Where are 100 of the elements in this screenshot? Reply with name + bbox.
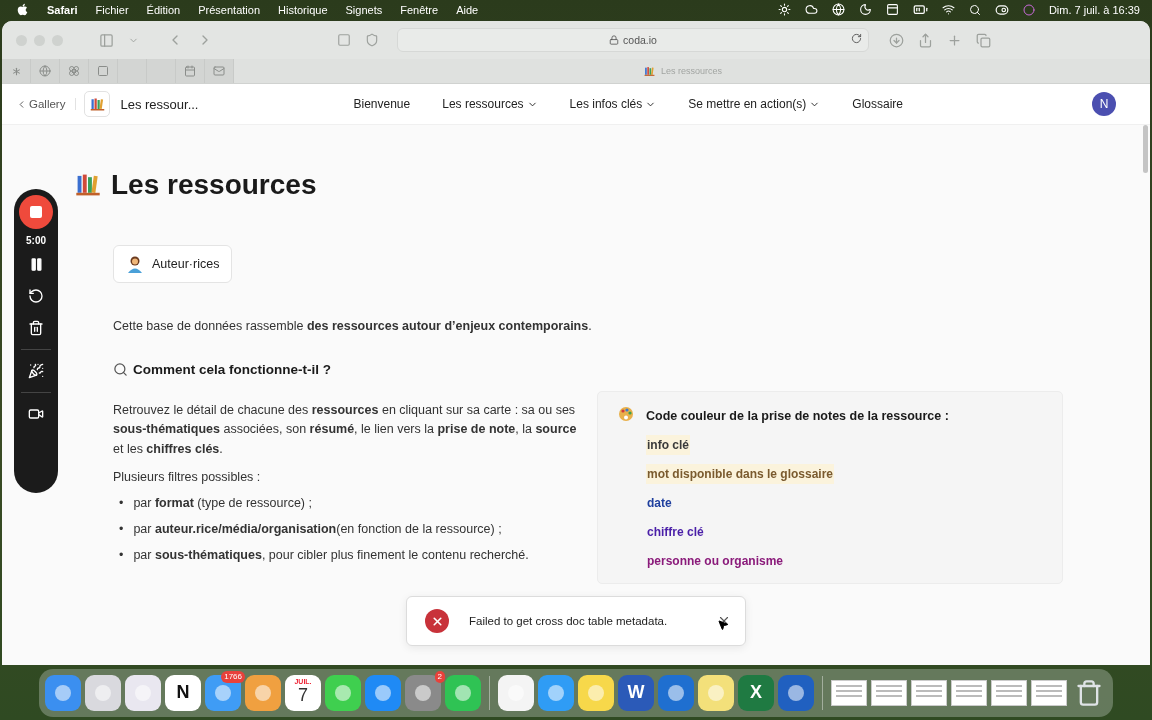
filter-item: par auteur.rice/média/organisation(en fonction de la ressource) ; bbox=[133, 520, 502, 538]
legend-item: personne ou organisme bbox=[646, 552, 785, 570]
effects-button[interactable] bbox=[28, 363, 44, 379]
legend-item: date bbox=[646, 494, 673, 512]
app-icon[interactable] bbox=[125, 674, 161, 711]
nav-link[interactable]: Bienvenue bbox=[353, 97, 411, 111]
app-icon[interactable]: X bbox=[738, 674, 774, 711]
bullet: • bbox=[119, 520, 124, 538]
app-icon[interactable] bbox=[45, 674, 81, 711]
camera-button[interactable] bbox=[28, 406, 44, 422]
panel-icon[interactable] bbox=[885, 3, 899, 16]
mail-icon bbox=[213, 65, 225, 77]
scrollbar[interactable] bbox=[1143, 125, 1148, 173]
legend-item: chiffre clé bbox=[646, 523, 705, 541]
doc-title: Les ressour... bbox=[120, 96, 199, 112]
person-icon bbox=[126, 255, 144, 273]
app-icon[interactable] bbox=[365, 674, 401, 711]
timer: 5:00 bbox=[26, 235, 46, 246]
books-icon bbox=[644, 65, 655, 77]
shield-icon[interactable] bbox=[365, 33, 379, 47]
avatar[interactable]: N bbox=[1092, 92, 1116, 116]
pause-button[interactable] bbox=[28, 257, 44, 272]
gallery-link[interactable]: Gallery bbox=[16, 98, 77, 110]
app-icon[interactable] bbox=[445, 674, 481, 711]
share-icon[interactable] bbox=[918, 32, 933, 48]
menu-item[interactable]: Fenêtre bbox=[400, 3, 439, 16]
app-icon[interactable] bbox=[778, 674, 814, 711]
download-icon[interactable] bbox=[889, 32, 904, 48]
flower-icon bbox=[68, 65, 80, 77]
window-thumbnail[interactable] bbox=[871, 679, 907, 706]
sun-icon[interactable] bbox=[777, 3, 791, 16]
palette-icon bbox=[618, 405, 634, 422]
moon-icon[interactable] bbox=[858, 3, 872, 16]
page-title: Les ressources bbox=[111, 169, 317, 201]
books-icon bbox=[75, 172, 101, 198]
apple-icon[interactable] bbox=[16, 3, 29, 16]
legend-item: info clé bbox=[646, 434, 690, 455]
menu-item[interactable]: Édition bbox=[146, 3, 181, 16]
sidebar-icon[interactable] bbox=[99, 32, 114, 48]
square-icon[interactable] bbox=[337, 33, 351, 47]
stop-button[interactable] bbox=[19, 195, 53, 229]
app-icon[interactable] bbox=[658, 674, 694, 711]
globe-icon[interactable] bbox=[831, 3, 845, 16]
restart-button[interactable] bbox=[28, 288, 44, 304]
lock-icon bbox=[609, 35, 620, 45]
window-thumbnail[interactable] bbox=[911, 679, 947, 706]
menu-item[interactable]: Fichier bbox=[95, 3, 129, 16]
address-field[interactable]: coda.io bbox=[397, 28, 869, 52]
bookmark[interactable] bbox=[176, 59, 205, 83]
window-thumbnail[interactable] bbox=[831, 679, 867, 706]
nav-link[interactable]: Glossaire bbox=[852, 97, 904, 111]
app-icon[interactable] bbox=[538, 674, 574, 711]
menu-item[interactable]: Signets bbox=[345, 3, 383, 16]
filters-intro: Plusieurs filtres possibles : bbox=[113, 469, 262, 486]
bullet: • bbox=[119, 546, 124, 564]
globe-icon bbox=[39, 65, 51, 77]
menu-item[interactable]: Aide bbox=[456, 3, 479, 16]
nav-link[interactable]: Se mettre en action(s) bbox=[688, 97, 821, 111]
wifi-icon[interactable] bbox=[941, 3, 955, 16]
nav-link[interactable]: Les infos clés bbox=[569, 97, 657, 111]
bookmark[interactable] bbox=[89, 59, 118, 83]
window-thumbnail[interactable] bbox=[991, 679, 1027, 706]
authors-button[interactable]: Auteur·rices bbox=[113, 245, 233, 283]
cloud-icon[interactable] bbox=[804, 3, 818, 16]
reload-icon[interactable] bbox=[851, 33, 862, 44]
toast-message: Failed to get cross doc table metadata. bbox=[469, 615, 669, 627]
tabs-icon[interactable] bbox=[976, 32, 991, 48]
books-icon bbox=[89, 96, 105, 112]
toggle-icon[interactable] bbox=[994, 2, 1009, 17]
menu-item[interactable]: Historique bbox=[278, 3, 328, 16]
app-icon[interactable] bbox=[85, 674, 121, 711]
battery-icon[interactable] bbox=[912, 2, 928, 17]
bookmark[interactable] bbox=[31, 59, 60, 83]
app-icon[interactable] bbox=[245, 674, 281, 711]
menu-item[interactable]: Présentation bbox=[198, 3, 260, 16]
square-icon bbox=[97, 65, 109, 77]
app-icon[interactable] bbox=[698, 674, 734, 711]
search-icon bbox=[113, 361, 128, 377]
circle-icon[interactable] bbox=[1022, 3, 1035, 16]
bookmark[interactable] bbox=[60, 59, 89, 83]
app-icon[interactable]: N bbox=[165, 674, 201, 711]
app-icon[interactable]: W bbox=[618, 674, 654, 711]
error-icon bbox=[425, 609, 449, 633]
new-tab-icon[interactable] bbox=[947, 32, 962, 48]
cursor-icon bbox=[717, 619, 729, 631]
app-icon[interactable] bbox=[325, 674, 361, 711]
nav-link[interactable]: Les ressources bbox=[442, 97, 538, 111]
window-thumbnail[interactable] bbox=[951, 679, 987, 706]
calendar-icon bbox=[184, 65, 196, 77]
section-heading: Comment cela fonctionne-t-il ? bbox=[133, 361, 331, 377]
description-text: Retrouvez le détail de chacune des ressources en cliquant sur sa carte : sa ou ses sous-thématiques associées, son résumé, le lien vers la prise de note, la source et les chiffres clés. bbox=[113, 401, 578, 458]
menu-item[interactable]: Safari bbox=[47, 3, 78, 16]
notification-badge: 2 bbox=[434, 670, 445, 683]
app-icon[interactable] bbox=[578, 674, 614, 711]
filter-item: par sous-thématiques, pour cibler plus finement le contenu recherché. bbox=[133, 546, 529, 564]
delete-button[interactable] bbox=[28, 320, 44, 336]
search-icon[interactable] bbox=[968, 3, 981, 16]
app-icon[interactable] bbox=[498, 674, 534, 711]
notification-badge: 1766 bbox=[221, 670, 245, 683]
window-thumbnail[interactable] bbox=[1031, 679, 1067, 706]
